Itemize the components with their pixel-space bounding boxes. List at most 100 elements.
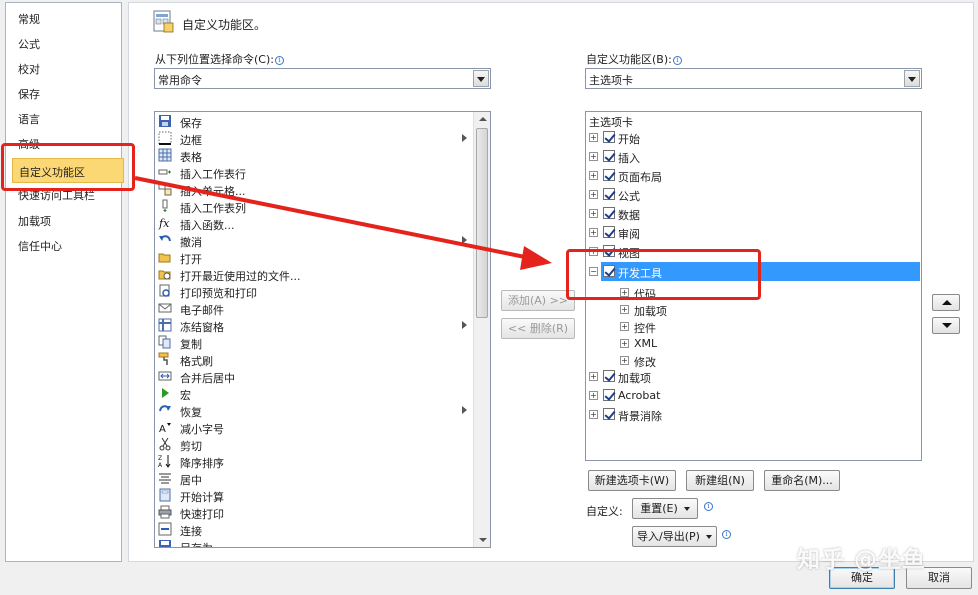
command-label: 打印预览和打印: [180, 287, 257, 300]
command-item-email[interactable]: 电子邮件: [155, 300, 475, 317]
decrease-font-icon: A: [159, 423, 171, 434]
command-item-open-recent[interactable]: 打开最近使用过的文件...: [155, 266, 475, 283]
table-icon: [158, 148, 172, 162]
command-item-center[interactable]: 居中: [155, 470, 475, 487]
nav-item-general[interactable]: 常规: [18, 11, 40, 27]
command-item-copy[interactable]: 复制: [155, 334, 475, 351]
command-item-borders[interactable]: 边框: [155, 130, 475, 147]
command-item-calculate-now[interactable]: 开始计算: [155, 487, 475, 504]
command-item-freeze-panes[interactable]: 冻结窗格: [155, 317, 475, 334]
tree-tab-formulas[interactable]: + 公式: [586, 185, 921, 204]
expand-plus-icon[interactable]: +: [589, 152, 598, 161]
command-item-sort-descending[interactable]: ZA 降序排序: [155, 453, 475, 470]
command-item-print-preview[interactable]: 打印预览和打印: [155, 283, 475, 300]
checkbox-checked-icon[interactable]: [603, 169, 615, 181]
command-label: 表格: [180, 151, 202, 164]
nav-item-trust-center[interactable]: 信任中心: [18, 238, 62, 254]
nav-item-save[interactable]: 保存: [18, 86, 40, 102]
page-title: 自定义功能区。: [182, 18, 267, 32]
expand-plus-icon[interactable]: +: [589, 209, 598, 218]
command-label: 恢复: [180, 406, 202, 419]
command-item-insert-row[interactable]: 插入工作表行: [155, 164, 475, 181]
command-item-insert-cells[interactable]: 插入单元格...: [155, 181, 475, 198]
command-item-save[interactable]: 保存: [155, 113, 475, 130]
command-item-save-as[interactable]: 另存为: [155, 538, 475, 547]
command-item-merge-center[interactable]: 合并后居中: [155, 368, 475, 385]
customize-ribbon-icon: [153, 10, 174, 33]
command-list[interactable]: 保存 边框 表格 插入工作表行 插入单元格... 插入工作表列 fx 插入函数.…: [154, 111, 491, 548]
command-item-insert-column[interactable]: 插入工作表列: [155, 198, 475, 215]
tree-tab-data[interactable]: + 数据: [586, 204, 921, 223]
checkbox-checked-icon[interactable]: [603, 389, 615, 401]
scrollbar-thumb[interactable]: [476, 128, 488, 318]
tree-tab-acrobat[interactable]: + Acrobat: [586, 386, 921, 405]
command-item-table[interactable]: 表格: [155, 147, 475, 164]
add-button[interactable]: 添加(A) >>: [501, 290, 575, 311]
command-item-macros[interactable]: 宏: [155, 385, 475, 402]
customizations-label: 自定义:: [586, 505, 623, 518]
scroll-up-arrow-icon[interactable]: [479, 117, 487, 121]
expand-plus-icon[interactable]: +: [589, 171, 598, 180]
new-group-button[interactable]: 新建组(N): [686, 470, 754, 491]
command-list-scrollbar[interactable]: [473, 112, 490, 547]
expand-plus-icon[interactable]: +: [589, 133, 598, 142]
customize-ribbon-combo[interactable]: 主选项卡: [585, 68, 922, 89]
nav-item-proofing[interactable]: 校对: [18, 61, 40, 77]
tree-tab-review[interactable]: + 审阅: [586, 223, 921, 242]
rename-button[interactable]: 重命名(M)...: [764, 470, 840, 491]
import-export-dropdown-button[interactable]: 导入/导出(P): [632, 526, 717, 547]
scroll-down-arrow-icon[interactable]: [479, 538, 487, 542]
expand-plus-icon[interactable]: +: [620, 305, 629, 314]
new-tab-button[interactable]: 新建选项卡(W): [588, 470, 676, 491]
tree-tab-background-removal[interactable]: + 背景消除: [586, 405, 921, 424]
chevron-down-icon[interactable]: [473, 70, 489, 87]
command-item-open[interactable]: 打开: [155, 249, 475, 266]
move-down-button[interactable]: [932, 317, 960, 334]
copy-icon: [158, 335, 171, 349]
expand-plus-icon[interactable]: +: [620, 322, 629, 331]
command-item-quick-print[interactable]: 快速打印: [155, 504, 475, 521]
nav-item-language[interactable]: 语言: [18, 111, 40, 127]
expand-plus-icon[interactable]: +: [589, 410, 598, 419]
expand-plus-icon[interactable]: +: [589, 228, 598, 237]
checkbox-checked-icon[interactable]: [603, 150, 615, 162]
command-label: 开始计算: [180, 491, 224, 504]
nav-item-addins[interactable]: 加载项: [18, 213, 51, 229]
command-item-undo[interactable]: 撤消: [155, 232, 475, 249]
checkbox-checked-icon[interactable]: [603, 370, 615, 382]
tree-tab-page-layout[interactable]: + 页面布局: [586, 166, 921, 185]
checkbox-checked-icon[interactable]: [603, 188, 615, 200]
command-label: 电子邮件: [180, 304, 224, 317]
command-label: 复制: [180, 338, 202, 351]
checkbox-checked-icon[interactable]: [603, 226, 615, 238]
calculator-icon: [159, 488, 171, 502]
expand-plus-icon[interactable]: +: [589, 190, 598, 199]
nav-item-formulas[interactable]: 公式: [18, 36, 40, 52]
tree-tab-label: 背景消除: [618, 410, 662, 423]
choose-commands-combo[interactable]: 常用命令: [154, 68, 491, 89]
expand-plus-icon[interactable]: +: [620, 356, 629, 365]
checkbox-checked-icon[interactable]: [603, 207, 615, 219]
command-item-format-painter[interactable]: 格式刷: [155, 351, 475, 368]
checkbox-checked-icon[interactable]: [603, 131, 615, 143]
tree-tab-home[interactable]: + 开始: [586, 128, 921, 147]
tree-tab-addins[interactable]: + 加载项: [586, 367, 921, 386]
command-item-redo[interactable]: 恢复: [155, 402, 475, 419]
reset-dropdown-button[interactable]: 重置(E): [632, 498, 698, 519]
move-up-button[interactable]: [932, 294, 960, 311]
command-item-connections[interactable]: 连接: [155, 521, 475, 538]
expand-plus-icon[interactable]: +: [589, 391, 598, 400]
command-item-insert-function[interactable]: fx 插入函数...: [155, 215, 475, 232]
command-label: 格式刷: [180, 355, 213, 368]
command-label: 保存: [180, 117, 202, 130]
import-export-label: 导入/导出(P): [637, 530, 700, 543]
expand-plus-icon[interactable]: +: [620, 339, 629, 348]
tree-tab-insert[interactable]: + 插入: [586, 147, 921, 166]
checkbox-checked-icon[interactable]: [603, 408, 615, 420]
chevron-down-icon[interactable]: [904, 70, 920, 87]
command-item-decrease-font[interactable]: A 减小字号: [155, 419, 475, 436]
remove-button[interactable]: << 删除(R): [501, 318, 575, 339]
svg-text:fx: fx: [158, 217, 170, 230]
command-item-cut[interactable]: 剪切: [155, 436, 475, 453]
expand-plus-icon[interactable]: +: [589, 372, 598, 381]
